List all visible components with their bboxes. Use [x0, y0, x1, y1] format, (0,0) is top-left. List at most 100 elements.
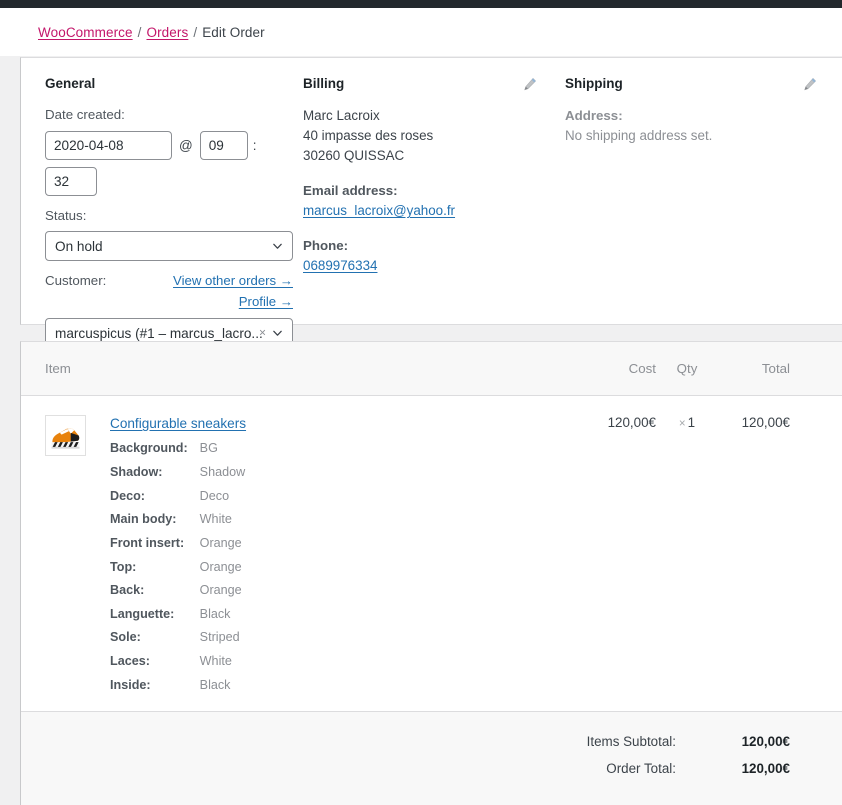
breadcrumb-link-woocommerce[interactable]: WooCommerce: [38, 25, 133, 40]
billing-phone-label: Phone:: [303, 238, 349, 254]
product-thumbnail: [45, 415, 86, 456]
order-total-row: Order Total: 120,00€: [21, 761, 842, 776]
column-header-total: Total: [761, 361, 790, 376]
table-row: Configurable sneakers Background: BG Sha…: [21, 396, 842, 711]
attribute-row-inside: Inside: Black: [110, 677, 245, 703]
attribute-row-background: Background: BG: [110, 441, 245, 466]
attribute-key: Front insert:: [110, 535, 185, 550]
column-header-qty: Qty: [676, 361, 698, 376]
order-general-column: General Date created: 2020-04-08 @ 09 : …: [21, 76, 303, 358]
attribute-row-sole: Sole: Striped: [110, 631, 245, 655]
item-attributes-table: Background: BG Shadow: Shadow Deco: Deco: [110, 441, 246, 703]
date-created-inputs: 2020-04-08 @ 09 : 32: [45, 130, 297, 196]
sneaker-icon: [48, 418, 83, 453]
column-header-cost: Cost: [628, 361, 656, 376]
customer-links: View other orders → Profile →: [173, 271, 293, 312]
item-cost: 120,00€: [607, 415, 656, 430]
attribute-value: BG: [199, 441, 218, 456]
shipping-address-value: No shipping address set.: [565, 128, 713, 144]
attribute-key: Back:: [110, 583, 145, 598]
order-status-select[interactable]: On hold: [45, 231, 293, 262]
attribute-key: Background:: [110, 441, 188, 456]
attribute-value: Deco: [199, 488, 230, 503]
shipping-heading: Shipping: [565, 76, 623, 91]
attribute-row-top: Top: Orange: [110, 559, 245, 585]
admin-bar: [0, 0, 842, 8]
multiply-icon: ×: [678, 418, 686, 430]
item-quantity-value: 1: [687, 415, 696, 430]
attribute-value: White: [199, 654, 232, 669]
attribute-value: Orange: [199, 535, 242, 550]
customer-row: Customer: View other orders → Profile →: [45, 271, 293, 312]
chevron-down-icon: [273, 331, 282, 337]
attribute-key: Main body:: [110, 512, 177, 527]
item-quantity: × 1: [656, 415, 718, 711]
attribute-row-laces: Laces: White: [110, 654, 245, 679]
breadcrumb-bar: WooCommerce / Orders / Edit Order: [0, 8, 842, 56]
item-details: Configurable sneakers Background: BG Sha…: [86, 415, 246, 711]
order-hour-input[interactable]: 09: [199, 130, 248, 160]
chevron-down-icon: [273, 244, 282, 250]
items-table-header: Item Cost Qty Total: [21, 342, 842, 396]
attribute-value: White: [199, 512, 232, 527]
items-subtotal-label: Items Subtotal:: [586, 734, 676, 749]
attribute-key: Inside:: [110, 677, 151, 692]
order-data-columns: General Date created: 2020-04-08 @ 09 : …: [21, 58, 842, 358]
attribute-row-shadow: Shadow: Shadow: [110, 464, 246, 490]
attribute-row-deco: Deco: Deco: [110, 488, 245, 514]
attribute-value: Orange: [199, 583, 242, 598]
item-total: 120,00€: [741, 415, 790, 430]
order-minute-input[interactable]: 32: [45, 166, 97, 196]
billing-email-link[interactable]: marcus_lacroix@yahoo.fr: [303, 201, 565, 221]
order-data-panel: General Date created: 2020-04-08 @ 09 : …: [20, 57, 842, 349]
attribute-key: Top:: [110, 559, 137, 574]
breadcrumb-link-orders[interactable]: Orders: [146, 25, 188, 40]
billing-phone-link[interactable]: 0689976334: [303, 256, 565, 276]
breadcrumb: WooCommerce / Orders / Edit Order: [38, 25, 265, 40]
breadcrumb-separator-1: /: [137, 24, 142, 40]
item-cell: Configurable sneakers Background: BG Sha…: [21, 415, 578, 711]
items-subtotal-row: Items Subtotal: 120,00€: [21, 734, 842, 749]
woocommerce-edit-order-screen: WooCommerce / Orders / Edit Order General Da…: [0, 0, 842, 805]
customer-select-value: marcuspicus (#1 – marcus_lacro...: [55, 325, 263, 341]
attribute-value: Striped: [199, 630, 240, 645]
order-date-input[interactable]: 2020-04-08: [45, 130, 172, 160]
attribute-value: Black: [199, 606, 231, 621]
breadcrumb-separator-2: /: [193, 24, 198, 40]
product-name-link[interactable]: Configurable sneakers: [110, 416, 246, 432]
attribute-row-back: Back: Orange: [110, 583, 245, 608]
breadcrumb-current-edit-order: Edit Order: [202, 24, 265, 40]
shipping-address-label: Address:: [565, 108, 623, 124]
attribute-key: Sole:: [110, 630, 141, 645]
order-status-value: On hold: [55, 238, 103, 254]
attribute-row-languette: Languette: Black: [110, 606, 245, 632]
order-total-value: 120,00€: [741, 761, 790, 776]
attribute-row-front-insert: Front insert: Orange: [110, 535, 245, 561]
attribute-key: Laces:: [110, 654, 150, 669]
at-symbol: @: [179, 137, 193, 153]
billing-email-label: Email address:: [303, 183, 398, 199]
billing-city: 30260 QUISSAC: [303, 148, 405, 164]
date-created-label: Date created:: [45, 107, 125, 123]
pencil-icon[interactable]: [523, 77, 537, 91]
status-label: Status:: [45, 207, 87, 223]
item-row-spacer: [790, 415, 842, 711]
attribute-key: Deco:: [110, 488, 145, 503]
view-other-orders-link[interactable]: View other orders →: [173, 271, 293, 291]
billing-street: 40 impasse des roses: [303, 128, 434, 144]
order-totals: Items Subtotal: 120,00€ Order Total: 120…: [21, 711, 842, 805]
colon-symbol: :: [252, 137, 257, 153]
items-subtotal-value: 120,00€: [741, 734, 790, 749]
customer-profile-link[interactable]: Profile →: [173, 292, 293, 312]
attribute-value: Shadow: [199, 464, 246, 479]
pencil-icon[interactable]: [803, 77, 817, 91]
order-billing-column: Billing Marc Lacroix 40 impasse des rose…: [303, 76, 565, 358]
customer-label: Customer:: [45, 273, 107, 289]
attribute-row-main-body: Main body: White: [110, 512, 245, 537]
general-heading: General: [45, 76, 96, 91]
attribute-key: Languette:: [110, 606, 175, 621]
clear-customer-icon[interactable]: ×: [259, 326, 266, 340]
order-total-label: Order Total:: [606, 761, 676, 776]
attribute-key: Shadow:: [110, 464, 163, 479]
attribute-value: Black: [199, 677, 231, 692]
